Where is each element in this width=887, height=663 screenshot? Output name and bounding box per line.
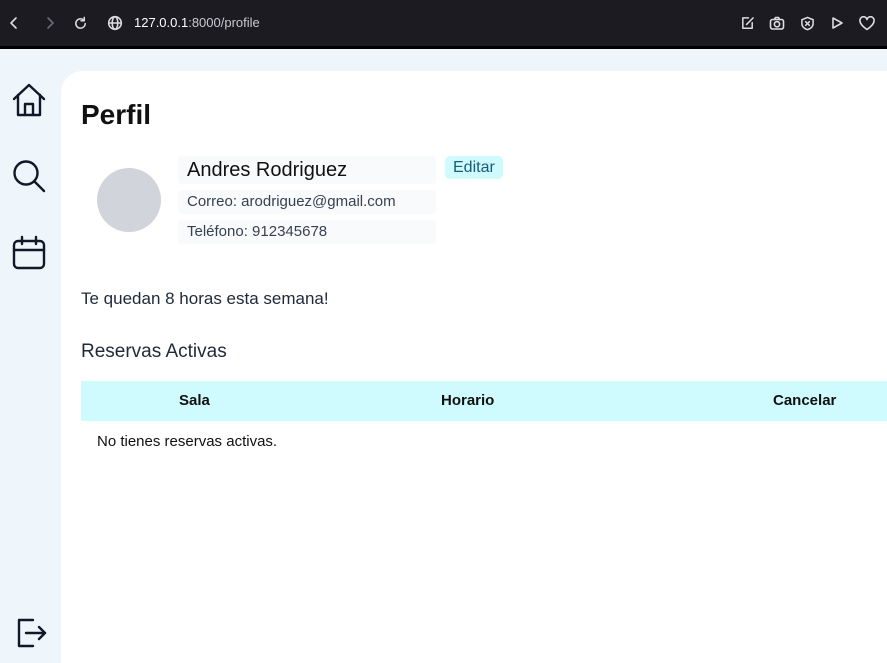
page-title: Perfil (81, 99, 152, 130)
shield-icon[interactable] (797, 13, 817, 33)
site-info-icon[interactable] (105, 13, 125, 33)
forward-icon[interactable] (40, 13, 60, 33)
column-header-sala: Sala (179, 392, 210, 409)
column-header-horario: Horario (441, 392, 495, 409)
heart-icon[interactable] (857, 13, 877, 33)
camera-icon[interactable] (767, 13, 787, 33)
hours-remaining-message: Te quedan 8 horas esta semana! (81, 289, 329, 308)
reservations-title: Reservas Activas (81, 341, 227, 362)
reservations-table-header: Sala Horario Cancelar (81, 381, 887, 421)
browser-toolbar: 127.0.0.1:8000/profile (0, 0, 887, 46)
logout-icon[interactable] (12, 614, 50, 652)
play-icon[interactable] (827, 13, 847, 33)
url-path: :8000/profile (188, 15, 260, 30)
url-host: 127.0.0.1 (134, 15, 189, 30)
home-icon[interactable] (10, 81, 48, 119)
profile-name: Andres Rodriguez (178, 156, 436, 184)
address-bar[interactable]: 127.0.0.1:8000/profile (134, 15, 260, 30)
edit-page-icon[interactable] (737, 13, 757, 33)
sidebar (0, 49, 61, 663)
empty-reservations-message: No tienes reservas activas. (97, 433, 278, 450)
avatar (97, 168, 161, 232)
edit-button[interactable]: Editar (445, 156, 503, 179)
search-icon[interactable] (10, 157, 48, 195)
profile-email: Correo: arodriguez@gmail.com (178, 190, 436, 214)
back-icon[interactable] (4, 13, 24, 33)
toolbar-divider (0, 46, 887, 49)
calendar-icon[interactable] (10, 234, 48, 272)
profile-phone: Teléfono: 912345678 (178, 220, 436, 244)
main-content: Perfil Andres Rodriguez Correo: arodrigu… (61, 71, 887, 663)
reload-icon[interactable] (70, 13, 90, 33)
column-header-cancelar: Cancelar (773, 392, 837, 409)
